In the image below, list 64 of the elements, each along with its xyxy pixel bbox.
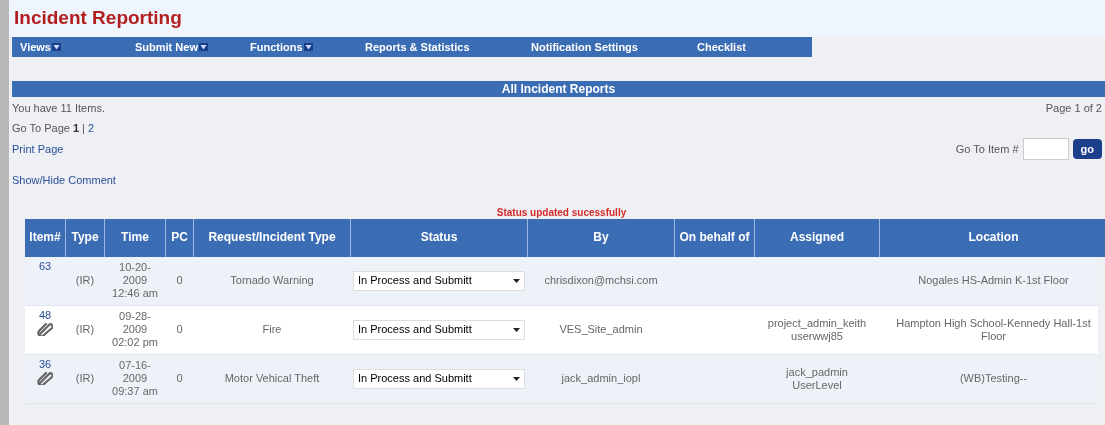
dropdown-triangle-icon	[198, 43, 208, 51]
caret-icon	[513, 278, 520, 283]
menu-item[interactable]: Functions	[242, 38, 357, 56]
menu-item[interactable]: Notification Settings	[523, 38, 689, 56]
table-cell: 0	[176, 323, 183, 336]
status-select[interactable]: In Process and Submitt	[353, 319, 525, 340]
item-number-link[interactable]: 48	[38, 308, 52, 322]
menu-item[interactable]: Views	[12, 38, 127, 56]
table-cell: 09-28-2009 02:02 pm	[111, 310, 159, 349]
item-count-text: You have 11 Items.	[12, 101, 105, 116]
item-number-link[interactable]: 36	[38, 357, 52, 371]
table-cell-text: Nogales HS-Admin K-1st Floor	[917, 274, 1070, 287]
table-cell: (IR)	[75, 323, 95, 336]
print-page-link[interactable]: Print Page	[12, 141, 64, 158]
go-button[interactable]: go	[1072, 139, 1102, 159]
item-number-field[interactable]	[1022, 138, 1069, 160]
table-cell: project_admin_keith userwwj85	[767, 316, 867, 343]
table-cell: jack_admin_iopl	[561, 372, 641, 385]
page-info-text: Page 1 of 2	[1045, 101, 1102, 116]
go-to-item-label: Go To Item #	[955, 141, 1019, 157]
status-message: Status updated sucessfully	[496, 206, 627, 219]
show-hide-comment-link[interactable]: Show/Hide Comment	[9, 172, 119, 189]
column-header: Type	[66, 218, 104, 257]
column-header: By	[528, 218, 674, 257]
paperclip-icon[interactable]	[37, 321, 53, 336]
page-title: Incident Reporting	[14, 6, 182, 31]
column-header: Assigned	[755, 218, 879, 257]
table-cell: Fire	[262, 323, 282, 336]
status-select[interactable]: In Process and Submitt	[353, 270, 525, 291]
page-separator: |	[82, 120, 85, 136]
status-select[interactable]: In Process and Submitt	[353, 368, 525, 389]
table-cell: (IR)	[75, 372, 95, 385]
menu-item[interactable]: Reports & Statistics	[357, 38, 523, 56]
menu-item[interactable]: Submit New	[127, 38, 242, 56]
table-cell: 0	[176, 372, 183, 385]
column-header: Status	[351, 218, 527, 257]
table-cell: (IR)	[75, 274, 95, 287]
section-header: All Incident Reports	[12, 81, 1105, 97]
caret-icon	[513, 327, 520, 332]
table-cell: 07-16-2009 09:37 am	[111, 359, 159, 398]
dropdown-triangle-icon	[52, 43, 61, 51]
column-header: PC	[166, 218, 193, 257]
table-cell: 10-20-2009 12:46 am	[111, 261, 159, 300]
caret-icon	[513, 376, 520, 381]
paperclip-icon[interactable]	[37, 370, 53, 385]
column-header: Time	[105, 218, 165, 257]
column-header: Item#	[25, 218, 65, 257]
table-cell: VES_Site_admin	[559, 323, 643, 336]
item-number-link[interactable]: 63	[38, 259, 52, 273]
go-to-page-label: Go To Page	[12, 120, 70, 136]
dropdown-triangle-icon	[303, 43, 313, 51]
table-cell: 0	[176, 274, 183, 287]
table-cell: chrisdixon@mchsi.com	[544, 274, 658, 287]
page-link[interactable]: 2	[87, 119, 94, 136]
table-cell-text: jack_padmin UserLevel	[784, 365, 849, 392]
column-header: Location	[880, 218, 1105, 257]
table-cell: Tornado Warning	[230, 274, 314, 287]
page-link[interactable]: 1	[72, 119, 80, 136]
table-cell-text: (WB)Testing--	[958, 372, 1029, 385]
column-header: On behalf of	[675, 218, 754, 257]
column-header: Request/Incident Type	[194, 218, 350, 257]
table-cell: Motor Vehical Theft	[224, 372, 320, 385]
table-cell-text: Hampton High School-Kennedy Hall-1st Floor	[895, 316, 1092, 343]
menu-item[interactable]: Checklist	[689, 38, 769, 56]
